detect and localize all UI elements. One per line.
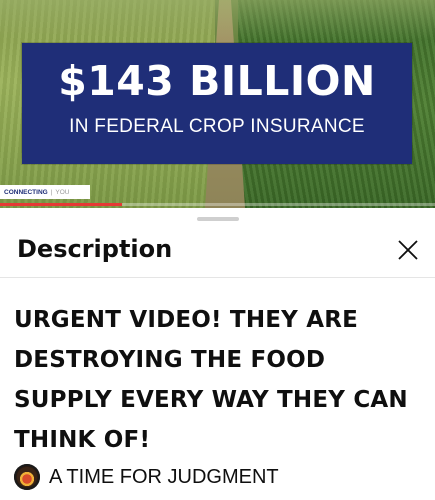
ticker-secondary: YOU [55,188,70,196]
avatar-emblem [17,467,37,487]
channel-row[interactable]: A TIME FOR JUDGMENT [14,464,279,490]
ticker-separator: | [50,188,53,196]
horizon-haze [0,0,435,40]
news-ticker: CONNECTING | YOU [0,185,90,199]
video-player[interactable]: $143 BILLION IN FEDERAL CROP INSURANCE C… [0,0,435,208]
channel-name[interactable]: A TIME FOR JUDGMENT [49,466,279,489]
header-divider [0,277,435,278]
banner-amount: $143 BILLION [58,57,376,105]
ticker-primary: CONNECTING [4,188,48,196]
channel-avatar[interactable] [14,464,40,490]
video-progress-fill [0,203,122,206]
description-sheet: Description URGENT VIDEO! THEY ARE DESTR… [0,208,435,500]
close-icon [398,240,418,260]
sheet-title: Description [17,235,173,263]
drag-handle[interactable] [197,217,239,221]
news-graphic-banner: $143 BILLION IN FEDERAL CROP INSURANCE [22,43,412,164]
close-button[interactable] [392,234,424,266]
video-title: URGENT VIDEO! THEY ARE DESTROYING THE FO… [14,307,408,453]
banner-subtitle: IN FEDERAL CROP INSURANCE [69,116,365,137]
video-progress-bar[interactable] [0,203,435,206]
